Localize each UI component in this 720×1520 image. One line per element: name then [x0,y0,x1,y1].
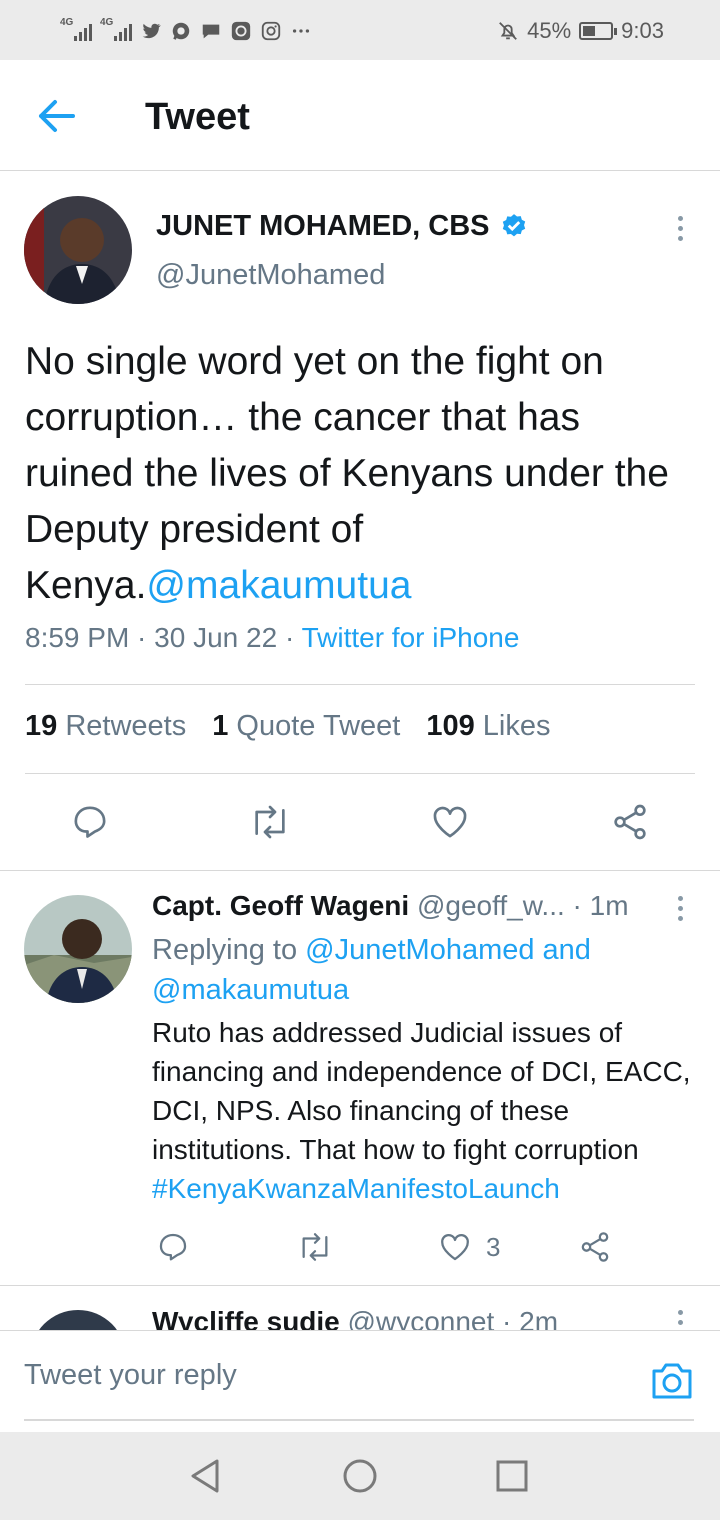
retweets-label: Retweets [65,710,187,742]
quotes-label: Quote Tweet [236,710,401,742]
heart-icon [441,1234,469,1261]
author-name: JUNET MOHAMED, CBS [156,210,490,242]
signal-icon: 4G [100,17,132,41]
verified-badge-icon [502,213,525,236]
reply-author-name[interactable]: Capt. Geoff Wageni [152,890,409,921]
app-header: Tweet [0,60,720,171]
reply-author-photo [24,895,132,1003]
circle-home-icon [343,1459,377,1493]
battery-icon [579,22,618,40]
status-right: 45% 9:03 [497,16,664,46]
divider [25,684,695,685]
like-button[interactable] [425,797,475,847]
retweets-count: 19 [25,710,58,742]
camera-button[interactable] [650,1361,694,1405]
signal-icon: 4G [60,17,92,41]
heart-icon [433,806,467,838]
system-nav-bar [0,1432,720,1520]
reply-icon [159,1233,187,1261]
reply-header: Capt. Geoff Wageni @geoff_w... · 1m [152,890,629,921]
camera-icon [652,1363,692,1399]
reply-retweet-button[interactable] [290,1222,340,1272]
twitter-icon [142,23,161,39]
retweet-icon [302,1233,328,1261]
network-type: 4G [60,17,74,28]
quotes-stat[interactable]: 1 Quote Tweet [212,710,400,743]
battery-percent: 45% [527,18,572,43]
status-bar: 4G 4G 45% 9:03 [0,0,720,60]
retweet-button[interactable] [245,797,295,847]
reply-time: 1m [589,890,629,921]
tweet-meta: 8:59 PM · 30 Jun 22 · Twitter for iPhone [25,622,520,653]
back-arrow-icon [39,100,75,132]
replying-prefix: Replying to [152,934,298,966]
tweet-source[interactable]: Twitter for iPhone [302,622,520,653]
network-type: 4G [100,17,114,28]
reply-share-button[interactable] [570,1222,620,1272]
app-icon [231,21,251,41]
reply-body: Ruto has addressed Judicial issues of fi… [152,1017,691,1165]
reply-more-options-icon[interactable] [670,888,690,928]
reply-like-count: 3 [486,1232,501,1262]
reply-text: Ruto has addressed Judicial issues of fi… [152,1013,702,1208]
reply-reply-button[interactable] [148,1222,198,1272]
message-icon [202,24,220,39]
instagram-icon [261,21,281,41]
share-icon [614,804,646,840]
status-left: 4G 4G [60,16,312,46]
replying-to: Replying to @JunetMohamed and @makaumutu… [152,930,652,1010]
nav-back-button[interactable] [183,1454,227,1498]
reply-icon [74,806,106,838]
retweets-stat[interactable]: 19 Retweets [25,710,186,743]
reply-composer [0,1330,720,1432]
reply-author-handle[interactable]: @geoff_w... [417,890,565,921]
reply-input[interactable] [24,1331,694,1421]
divider [0,870,720,871]
more-options-icon[interactable] [670,208,690,248]
likes-stat[interactable]: 109 Likes [426,710,550,743]
tweet-time: 8:59 PM [25,622,130,653]
divider [0,1285,720,1286]
author-photo [24,196,132,304]
replying-mention-1[interactable]: @JunetMohamed and [305,934,591,966]
author-name-row[interactable]: JUNET MOHAMED, CBS [156,210,528,243]
whatsapp-icon [172,22,190,40]
quotes-count: 1 [212,710,229,742]
share-button[interactable] [605,797,655,847]
reply-like-button[interactable] [430,1222,480,1272]
square-recents-icon [496,1460,528,1492]
author-avatar[interactable] [24,196,132,304]
reply-author-avatar[interactable] [24,895,132,1003]
page-title: Tweet [145,96,250,138]
hashtag-link[interactable]: #KenyaKwanzaManifestoLaunch [152,1173,560,1204]
tweet-stats: 19 Retweets 1 Quote Tweet 109 Likes [25,710,550,743]
tweet-text: No single word yet on the fight on corru… [25,334,695,614]
back-button[interactable] [30,90,82,142]
reply-button[interactable] [65,797,115,847]
mention-link[interactable]: @makaumutua [146,564,411,607]
divider [25,773,695,774]
battery-fill [583,26,595,36]
share-icon [581,1232,609,1262]
more-dots-icon [292,29,310,33]
nav-home-button[interactable] [338,1454,382,1498]
retweet-icon [255,805,285,839]
triangle-back-icon [191,1459,219,1493]
bell-muted-icon [499,22,518,40]
nav-recents-button[interactable] [490,1454,534,1498]
replying-mention-2[interactable]: @makaumutua [152,974,349,1006]
likes-label: Likes [482,710,551,742]
author-handle[interactable]: @JunetMohamed [156,259,385,292]
likes-count: 109 [426,710,475,742]
clock: 9:03 [621,18,664,43]
tweet-date: 30 Jun 22 [154,622,278,653]
